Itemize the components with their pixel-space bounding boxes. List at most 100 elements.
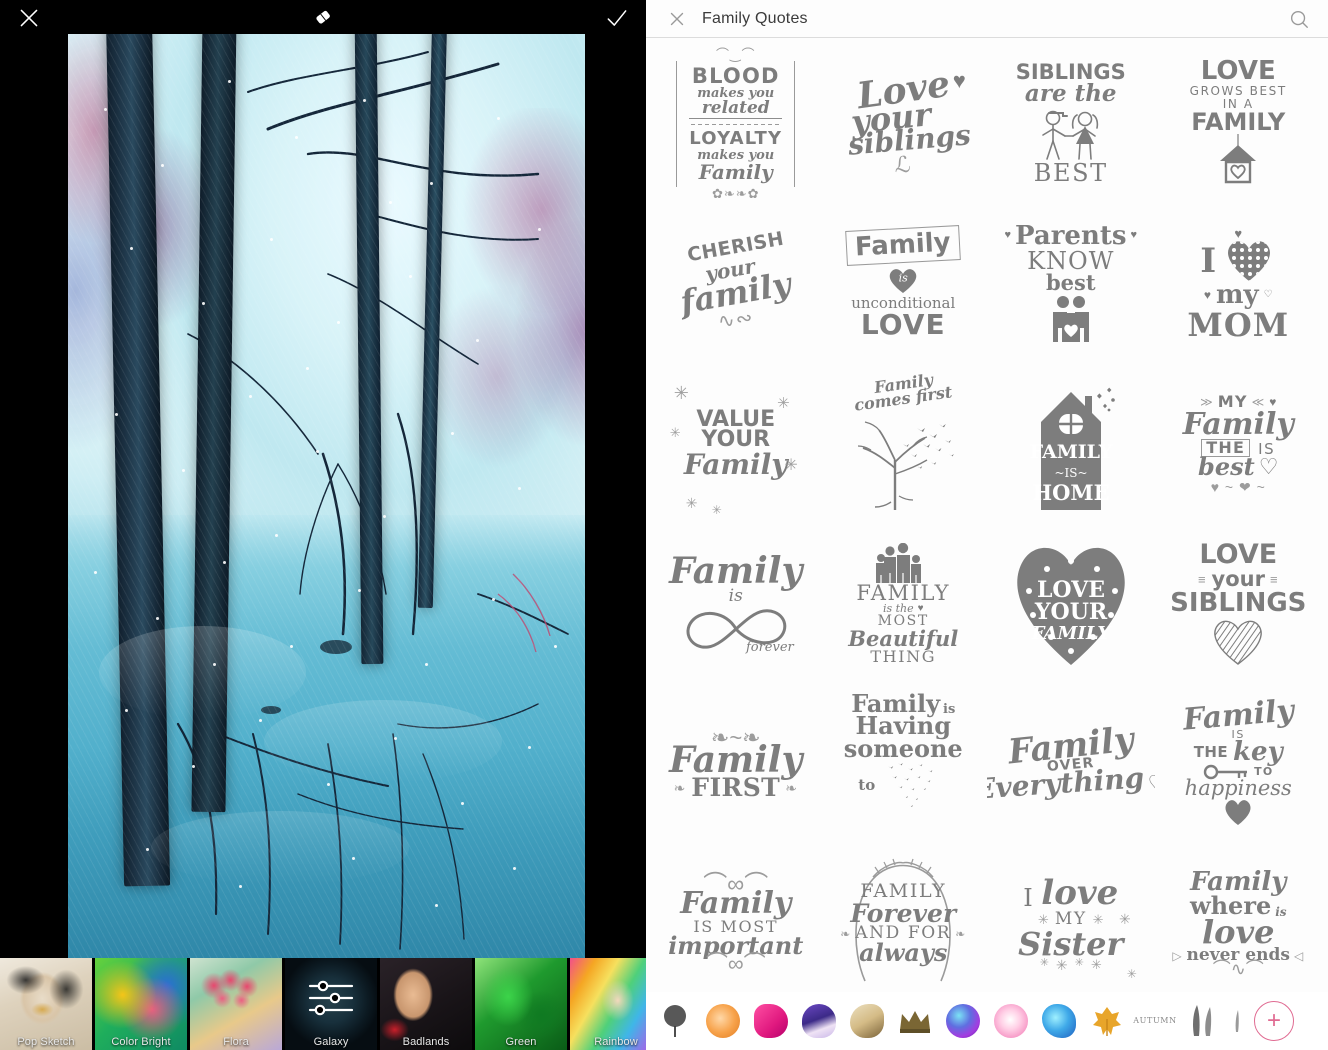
- sticker-line: love: [1041, 872, 1119, 913]
- sparkle-icon: ✳: [777, 395, 790, 412]
- pack-pink-glow-sticker-pack[interactable]: [988, 999, 1034, 1043]
- sticker-most-beautiful-thing[interactable]: FAMILY is the ♥ MOST Beautiful THING: [820, 524, 988, 684]
- sticker-line: is: [1275, 905, 1287, 920]
- sticker-family-comes-first[interactable]: Family comes first: [820, 364, 988, 524]
- sticker-love-your-family-heart[interactable]: LOVE YOUR FAMILY LOVE YOUR FAMILY: [987, 524, 1155, 684]
- pink-glow-icon: [994, 1004, 1028, 1038]
- sticker-family-unconditional-love[interactable]: Family is unconditional LOVE: [820, 204, 988, 364]
- filter-label: Galaxy: [313, 1036, 349, 1048]
- sticker-family-is-most-important[interactable]: ⌒∞⌒ Family IS MOST important ⌒∞⌒: [652, 844, 820, 1004]
- photo-canvas[interactable]: [68, 34, 585, 959]
- sticker-line: LOVE: [1200, 55, 1276, 86]
- sparkle-icon: ✳: [673, 383, 689, 403]
- svg-text:FAMILY: FAMILY: [1031, 623, 1113, 644]
- sticker-love-your-siblings-script[interactable]: Love ♥ your siblings ℒ: [820, 44, 988, 204]
- sticker-parents-know-best[interactable]: ♥ Parents ♥ KNOW best: [987, 204, 1155, 364]
- sticker-i-love-my-sister[interactable]: I love ✳ MY ✳ Sister ✳ ✳ ✳ ✳ ✳ ✳: [987, 844, 1155, 1004]
- search-icon[interactable]: [1288, 8, 1310, 30]
- partial-pack-icon: [1235, 1010, 1239, 1032]
- close-icon[interactable]: [16, 5, 42, 31]
- sticker-line: LOVE: [1199, 539, 1278, 571]
- pack-blue-splash-sticker-pack[interactable]: [1036, 999, 1082, 1043]
- sticker-value-your-family[interactable]: ✳ ✳ ✳ ✳ ✳ ✳ VALUE YOUR Family: [652, 364, 820, 524]
- heart-outline-icon: ♡: [1258, 454, 1279, 480]
- add-sticker-pack-button[interactable]: +: [1254, 1001, 1294, 1041]
- filter-flora[interactable]: Flora: [190, 958, 282, 1050]
- filter-galaxy[interactable]: Galaxy: [285, 958, 377, 1050]
- sparkle-icon: ✳: [685, 494, 698, 511]
- sticker-header: Family Quotes: [646, 0, 1328, 38]
- sticker-my-family-is-the-best[interactable]: ≫ MY ≪ ♥ Family THE IS best ♡ ♥ ~ ❤ ~: [1155, 364, 1323, 524]
- app-root: Pop Sketch Color Bright Flora Galaxy Bad…: [0, 0, 1328, 1050]
- pumpkin-icon: [706, 1004, 740, 1038]
- svg-text:FAMILY: FAMILY: [1029, 441, 1112, 463]
- sticker-family-key-to-happiness[interactable]: Family IS THE key TO happiness: [1155, 684, 1323, 844]
- decor-swirl: ∿∾: [716, 306, 755, 334]
- sticker-family-is-home[interactable]: FAMILY ~IS~ HOME FAMILY IS HOME: [987, 364, 1155, 524]
- pack-galaxy-sticker-pack[interactable]: [940, 999, 986, 1043]
- pack-pumpkin-sticker-pack[interactable]: [700, 999, 746, 1043]
- pack-autumn-text-sticker-pack[interactable]: AUTUMN: [1132, 999, 1178, 1043]
- pack-autumn-leaf-sticker-pack[interactable]: [1084, 999, 1130, 1043]
- galaxy-blob-icon: [946, 1004, 980, 1038]
- heart-icon: ♥: [952, 67, 966, 93]
- filter-pop-sketch[interactable]: Pop Sketch: [0, 958, 92, 1050]
- close-icon[interactable]: [666, 8, 688, 30]
- sticker-line: SIBLINGS: [1170, 588, 1307, 619]
- sparkle-icon: ✳: [1119, 911, 1131, 927]
- sticker-family-where-love-never-ends[interactable]: Family where is love ▷ never ends ◁ ⌒∿⌒: [1155, 844, 1323, 1004]
- editor-toolbar: [0, 0, 646, 36]
- sticker-line: always: [859, 938, 948, 968]
- sticker-pack-bar[interactable]: AUTUMN +: [646, 992, 1328, 1050]
- sparkle-icon: ✳: [669, 425, 681, 440]
- heart-icon: ♥: [1004, 229, 1011, 242]
- pack-extra-sticker-pack[interactable]: [1228, 999, 1246, 1043]
- sticker-line: Family: [680, 886, 792, 922]
- page-title: Family Quotes: [702, 9, 808, 27]
- filter-rainbow[interactable]: Rainbow: [570, 958, 646, 1050]
- sticker-line: I: [1200, 240, 1217, 281]
- sticker-love-your-siblings[interactable]: LOVE ≡ your ≡ SIBLINGS: [1155, 524, 1323, 684]
- filter-strip[interactable]: Pop Sketch Color Bright Flora Galaxy Bad…: [0, 958, 646, 1050]
- family-figures-icon: [876, 542, 922, 583]
- pack-lips-sticker-pack[interactable]: [844, 999, 890, 1043]
- sticker-line: someone: [843, 733, 963, 763]
- sticker-family-first[interactable]: ❧~❧ Family ❧ FIRST ❧: [652, 684, 820, 844]
- filter-badlands[interactable]: Badlands: [380, 958, 472, 1050]
- sticker-line: BLOOD: [691, 63, 780, 88]
- heart-icon: is: [886, 267, 920, 295]
- eraser-icon[interactable]: [310, 4, 336, 30]
- pack-pink-brush-sticker-pack[interactable]: [748, 999, 794, 1043]
- sparkle-icon: ✳: [1074, 957, 1084, 970]
- tree-with-birds-icon: [845, 408, 955, 512]
- sticker-cherish-your-family[interactable]: CHERISH your family ∿∾: [652, 204, 820, 364]
- tree-icon: [664, 1005, 686, 1038]
- pack-tree-sticker-pack[interactable]: [652, 999, 698, 1043]
- heart-icon: ♥: [1203, 288, 1212, 303]
- parents-figures-icon: [1052, 296, 1089, 343]
- filter-green[interactable]: Green: [475, 958, 567, 1050]
- sticker-line: best: [1045, 269, 1096, 295]
- sticker-blood-loyalty[interactable]: ⌒‿⌒ BLOOD makes you related LOYALTY make…: [652, 44, 820, 204]
- filter-color-bright[interactable]: Color Bright: [95, 958, 187, 1050]
- sticker-line: happiness: [1184, 775, 1292, 800]
- sticker-family-is-forever[interactable]: Family is forever: [652, 524, 820, 684]
- sticker-siblings-are-best[interactable]: SIBLINGS are the BEST: [987, 44, 1155, 204]
- scribble-heart-icon: [1209, 617, 1267, 667]
- pack-crown-sticker-pack[interactable]: [892, 999, 938, 1043]
- pack-hair-sticker-pack[interactable]: [796, 999, 842, 1043]
- decor-bottom: ✿❧❧✿: [711, 186, 760, 202]
- adjust-sliders-icon[interactable]: [305, 976, 357, 1020]
- sticker-family-forever-and-for-always[interactable]: FAMILY Forever ❧ AND FOR ❧ always: [820, 844, 988, 1004]
- banner-frame: Family: [845, 225, 961, 266]
- filter-label: Badlands: [402, 1036, 450, 1048]
- sticker-family-over-everything[interactable]: Family OVER Everything ♡: [987, 684, 1155, 844]
- sticker-line: LOVE: [860, 308, 946, 342]
- sticker-love-grows-best[interactable]: LOVE GROWS BEST IN A FAMILY: [1155, 44, 1323, 204]
- confirm-checkmark-icon[interactable]: [604, 5, 630, 31]
- sticker-i-love-my-mom[interactable]: ♥ I ♥ my ♡ MOM: [1155, 204, 1323, 364]
- pack-brush-strokes-sticker-pack[interactable]: [1180, 999, 1226, 1043]
- filter-label: Color Bright: [111, 1036, 171, 1048]
- sticker-family-is-having-someone[interactable]: Family is Having someone to: [820, 684, 988, 844]
- sticker-line: LOYALTY: [689, 128, 783, 150]
